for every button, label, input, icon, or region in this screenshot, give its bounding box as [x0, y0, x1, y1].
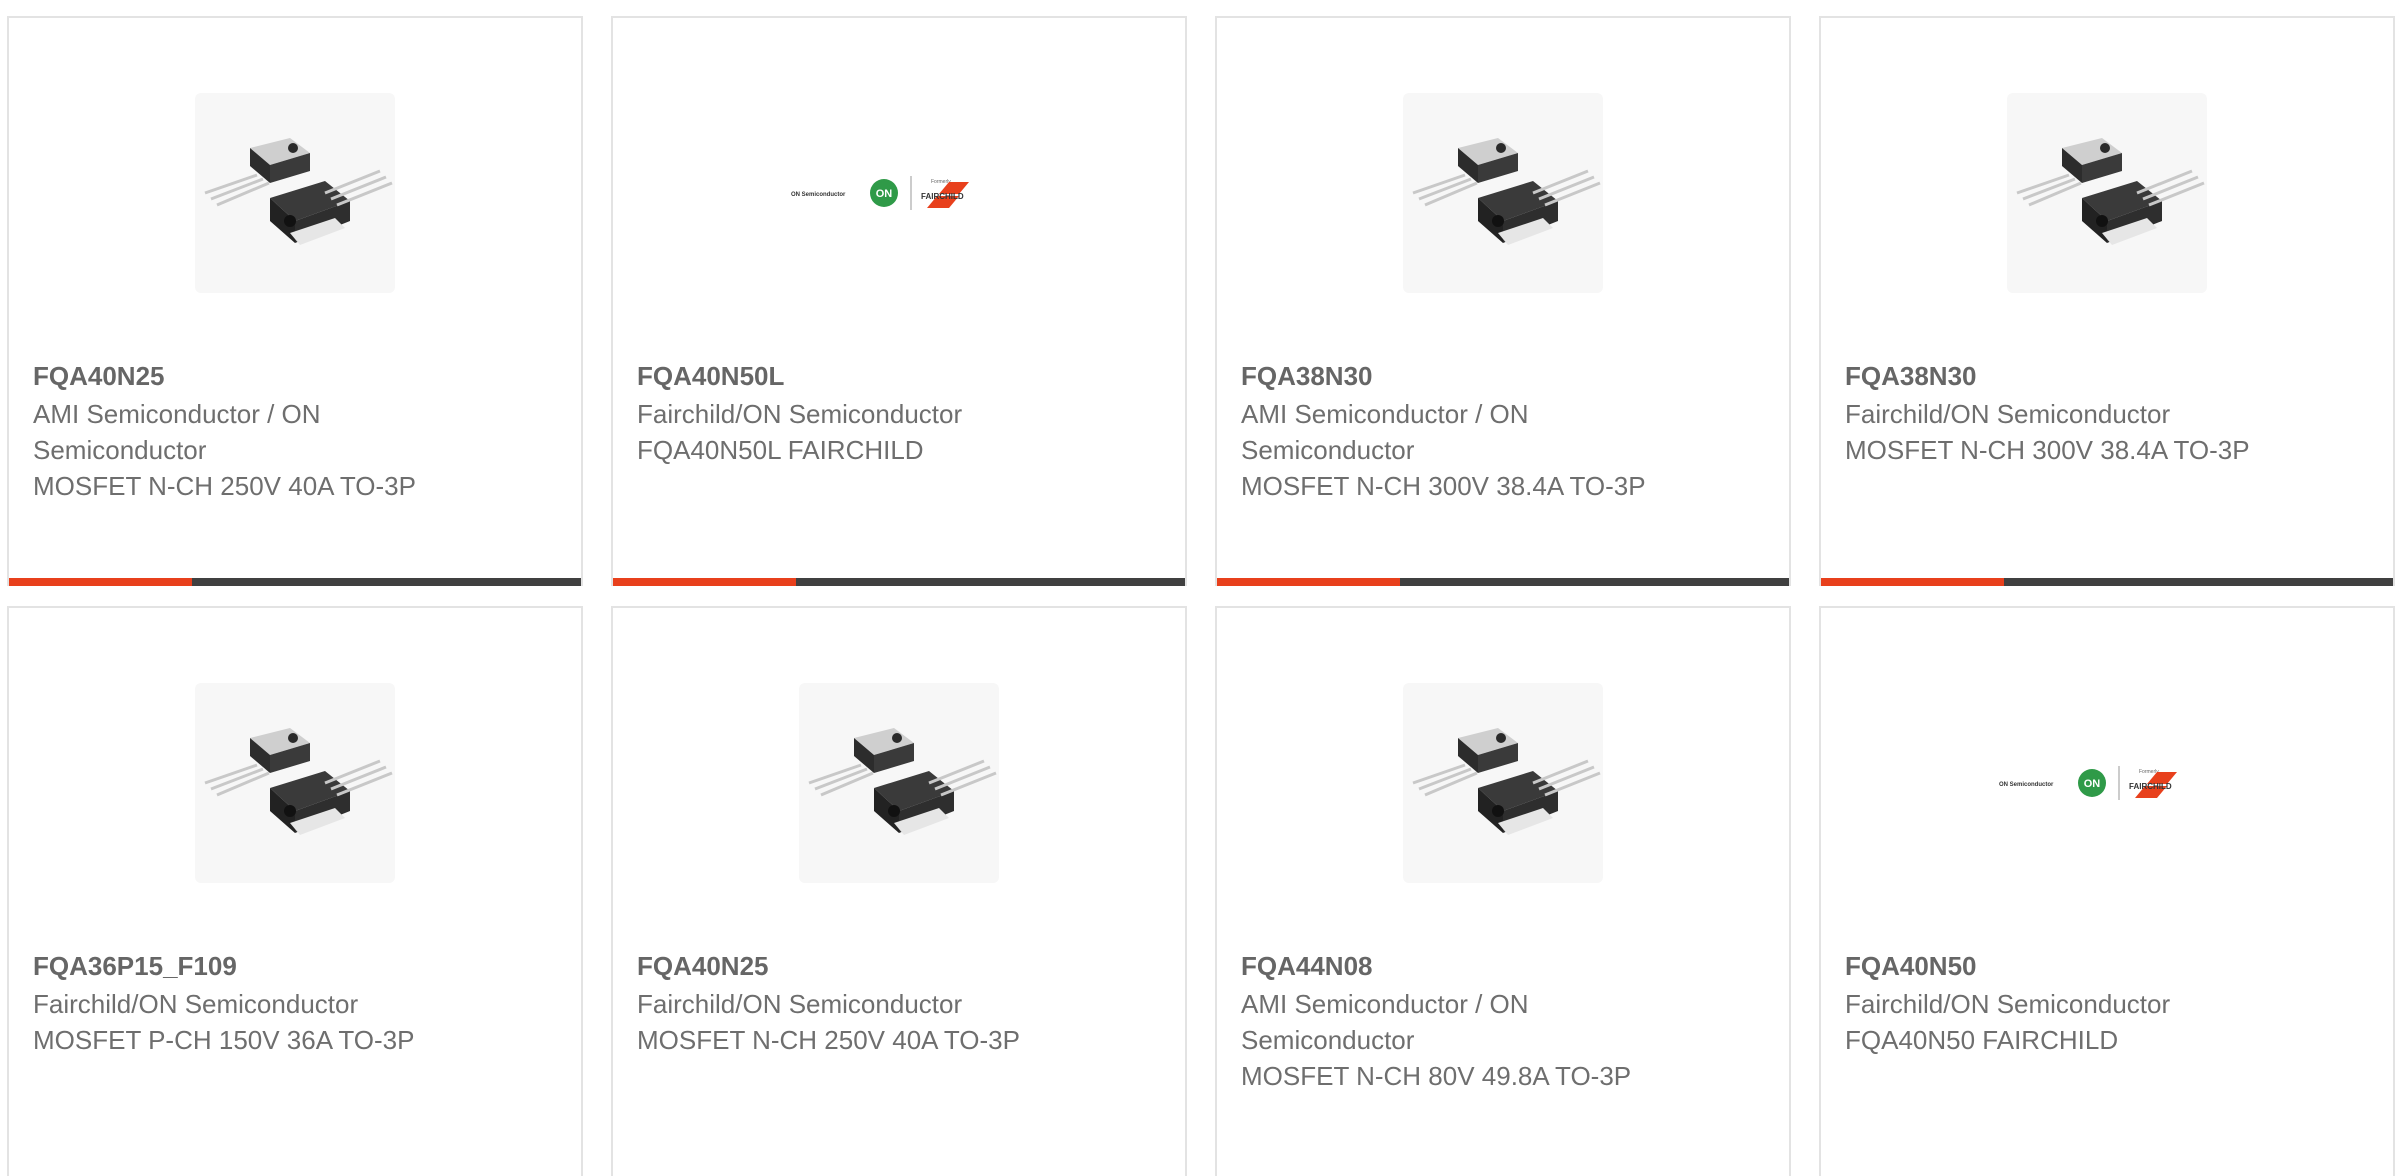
description-label: MOSFET N-CH 300V 38.4A TO-3P: [1845, 435, 2250, 465]
product-card[interactable]: FQA38N30 Fairchild/ON Semiconductor MOSF…: [1819, 16, 2395, 586]
product-image[interactable]: [1217, 678, 1789, 888]
product-card[interactable]: FQA36P15_F109 Fairchild/ON Semiconductor…: [7, 606, 583, 1176]
to-3p-mosfet-icon: [204, 728, 393, 835]
part-number-link[interactable]: FQA40N50L: [637, 358, 1057, 394]
description-label: MOSFET N-CH 300V 38.4A TO-3P: [1241, 471, 1646, 501]
product-info: FQA38N30 AMI Semiconductor / ON Semicond…: [1241, 358, 1661, 504]
on-fairchild-logo-icon: ON Semiconductor ON Formerly FAIRCHILD: [791, 176, 969, 210]
fairchild-logo-text: FAIRCHILD: [2129, 782, 2172, 791]
on-logo-text: ON: [876, 188, 893, 200]
product-info: FQA40N50L Fairchild/ON Semiconductor FQA…: [637, 358, 1057, 468]
description-label: FQA40N50L FAIRCHILD: [637, 435, 924, 465]
part-number-link[interactable]: FQA40N25: [637, 948, 1057, 984]
part-number-link[interactable]: FQA38N30: [1845, 358, 2265, 394]
product-card[interactable]: FQA40N25 Fairchild/ON Semiconductor MOSF…: [611, 606, 1187, 1176]
product-card[interactable]: FQA44N08 AMI Semiconductor / ON Semicond…: [1215, 606, 1791, 1176]
manufacturer-label: Fairchild/ON Semiconductor: [637, 399, 963, 429]
product-image[interactable]: [613, 678, 1185, 888]
product-info: FQA40N50 Fairchild/ON Semiconductor FQA4…: [1845, 948, 2265, 1058]
description-label: MOSFET P-CH 150V 36A TO-3P: [33, 1025, 415, 1055]
part-number-link[interactable]: FQA44N08: [1241, 948, 1661, 984]
on-fairchild-logo-icon: ON Semiconductor ON Formerly FAIRCHILD: [1999, 766, 2177, 800]
product-info: FQA40N25 AMI Semiconductor / ON Semicond…: [33, 358, 453, 504]
card-bottom-bar: [1217, 578, 1789, 586]
manufacturer-label: Fairchild/ON Semiconductor: [637, 989, 963, 1019]
to-3p-mosfet-icon: [204, 138, 393, 245]
to-3p-mosfet-icon: [2016, 138, 2205, 245]
card-accent-bar: [1821, 578, 2004, 586]
mosfet-image: [195, 683, 395, 883]
to-3p-mosfet-icon: [808, 728, 997, 835]
product-card[interactable]: ON Semiconductor ON Formerly FAIRCHILD F…: [1819, 606, 2395, 1176]
manufacturer-label: AMI Semiconductor / ON Semiconductor: [1241, 989, 1529, 1055]
manufacturer-label: AMI Semiconductor / ON Semiconductor: [33, 399, 321, 465]
card-bottom-bar: [1821, 578, 2393, 586]
mosfet-image: [799, 683, 999, 883]
mosfet-image: [1403, 683, 1603, 883]
description-label: MOSFET N-CH 250V 40A TO-3P: [33, 471, 416, 501]
product-info: FQA44N08 AMI Semiconductor / ON Semicond…: [1241, 948, 1661, 1094]
product-card[interactable]: FQA38N30 AMI Semiconductor / ON Semicond…: [1215, 16, 1791, 586]
card-bottom-bar: [613, 578, 1185, 586]
mosfet-image: [195, 93, 395, 293]
to-3p-mosfet-icon: [1412, 138, 1601, 245]
manufacturer-label: AMI Semiconductor / ON Semiconductor: [1241, 399, 1529, 465]
card-accent-bar: [613, 578, 796, 586]
product-info: FQA38N30 Fairchild/ON Semiconductor MOSF…: [1845, 358, 2265, 468]
to-3p-mosfet-icon: [1412, 728, 1601, 835]
card-accent-bar: [1217, 578, 1400, 586]
part-number-link[interactable]: FQA40N50: [1845, 948, 2265, 984]
product-grid: FQA40N25 AMI Semiconductor / ON Semicond…: [0, 0, 2400, 1176]
mosfet-image: [2007, 93, 2207, 293]
mosfet-image: [1403, 93, 1603, 293]
manufacturer-label: Fairchild/ON Semiconductor: [1845, 989, 2171, 1019]
product-info: FQA36P15_F109 Fairchild/ON Semiconductor…: [33, 948, 453, 1058]
card-bottom-bar: [9, 578, 581, 586]
product-card[interactable]: FQA40N25 AMI Semiconductor / ON Semicond…: [7, 16, 583, 586]
part-number-link[interactable]: FQA36P15_F109: [33, 948, 453, 984]
product-image[interactable]: [1217, 88, 1789, 298]
product-card[interactable]: ON Semiconductor ON Formerly FAIRCHILD F…: [611, 16, 1187, 586]
product-info: FQA40N25 Fairchild/ON Semiconductor MOSF…: [637, 948, 1057, 1058]
on-logo-text: ON: [2084, 778, 2101, 790]
manufacturer-label: Fairchild/ON Semiconductor: [1845, 399, 2171, 429]
description-label: MOSFET N-CH 80V 49.8A TO-3P: [1241, 1061, 1632, 1091]
part-number-link[interactable]: FQA40N25: [33, 358, 453, 394]
on-semi-logo-text: ON Semiconductor: [791, 192, 846, 198]
product-image[interactable]: [9, 678, 581, 888]
product-image[interactable]: ON Semiconductor ON Formerly FAIRCHILD: [1821, 678, 2393, 888]
description-label: FQA40N50 FAIRCHILD: [1845, 1025, 2119, 1055]
product-image[interactable]: [9, 88, 581, 298]
manufacturer-label: Fairchild/ON Semiconductor: [33, 989, 359, 1019]
card-accent-bar: [9, 578, 192, 586]
product-image[interactable]: ON Semiconductor ON Formerly FAIRCHILD: [613, 88, 1185, 298]
product-image[interactable]: [1821, 88, 2393, 298]
description-label: MOSFET N-CH 250V 40A TO-3P: [637, 1025, 1020, 1055]
on-semi-logo-text: ON Semiconductor: [1999, 782, 2054, 788]
part-number-link[interactable]: FQA38N30: [1241, 358, 1661, 394]
fairchild-logo-text: FAIRCHILD: [921, 192, 964, 201]
